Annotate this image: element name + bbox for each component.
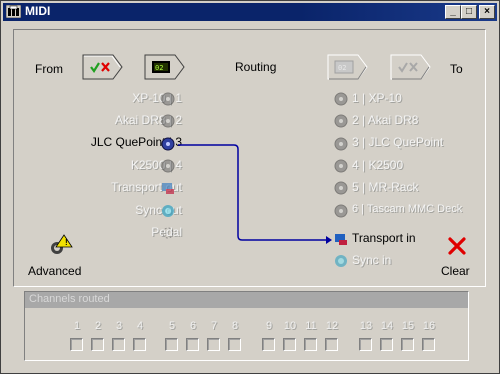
channel-number: 10 — [283, 320, 297, 332]
channels-routed-header: Channels routed — [25, 292, 468, 308]
midi-port-icon — [334, 92, 348, 106]
channel-number: 8 — [231, 320, 239, 332]
from-device-code: 02 — [155, 64, 164, 72]
midi-port-icon — [334, 114, 348, 128]
channel-checkbox[interactable] — [325, 338, 338, 351]
sync-icon — [335, 255, 347, 267]
destination-item-xp10[interactable]: 1 | XP-10 — [352, 91, 402, 105]
clear-label: Clear — [441, 264, 470, 278]
minimize-button[interactable]: _ — [445, 5, 461, 19]
destination-item-sync-in[interactable]: Sync in — [352, 253, 391, 267]
midi-port-icon — [161, 92, 175, 106]
midi-port-icon — [334, 181, 348, 195]
destination-item-akai-dr8[interactable]: 2 | Akai DR8 — [352, 113, 418, 127]
channel-checkbox[interactable] — [165, 338, 178, 351]
clear-x-icon — [448, 237, 466, 255]
channel-number: 9 — [265, 320, 273, 332]
channel-checkbox[interactable] — [133, 338, 146, 351]
channel-checkbox[interactable] — [401, 338, 414, 351]
channel-checkbox[interactable] — [186, 338, 199, 351]
to-arrow-button[interactable] — [390, 54, 432, 80]
advanced-button[interactable]: ! Advanced — [28, 234, 88, 280]
close-button[interactable]: × — [479, 5, 495, 19]
clear-button[interactable]: Clear — [439, 234, 479, 280]
channel-number: 1 — [73, 320, 81, 332]
routing-label: Routing — [235, 60, 277, 74]
midi-window: MIDI _ □ × From 02 Routing 02 To XP-10 |… — [0, 0, 500, 374]
channel-number: 6 — [189, 320, 197, 332]
destination-item-k2500[interactable]: 4 | K2500 — [352, 158, 403, 172]
advanced-label: Advanced — [28, 264, 82, 278]
midi-port-icon — [161, 137, 175, 151]
maximize-button[interactable]: □ — [461, 5, 477, 19]
channel-checkbox[interactable] — [304, 338, 317, 351]
transport-icon — [162, 183, 174, 194]
destination-label: 6 | Tascam MMC Deck — [352, 203, 463, 215]
channel-number: 4 — [136, 320, 144, 332]
midi-port-icon — [161, 159, 175, 173]
channel-checkbox[interactable] — [112, 338, 125, 351]
destination-label: 5 | MR-Rack — [352, 180, 419, 194]
maximize-icon: □ — [465, 6, 473, 17]
midi-app-icon — [6, 5, 21, 18]
channel-number: 7 — [210, 320, 218, 332]
destination-label: Sync in — [352, 253, 392, 267]
destination-label: 4 | K2500 — [352, 158, 404, 172]
destination-label: 1 | XP-10 — [352, 91, 402, 105]
midi-port-icon — [161, 114, 175, 128]
channel-number: 2 — [94, 320, 102, 332]
window-title: MIDI — [25, 4, 51, 18]
channel-checkbox[interactable] — [422, 338, 435, 351]
close-icon: × — [484, 6, 490, 17]
to-label: To — [450, 62, 463, 76]
channel-number: 5 — [168, 320, 176, 332]
minimize-icon: _ — [450, 6, 456, 17]
channel-number: 14 — [380, 320, 394, 332]
channel-number: 13 — [359, 320, 373, 332]
channel-checkbox[interactable] — [91, 338, 104, 351]
channel-checkbox[interactable] — [283, 338, 296, 351]
destination-label: Transport in — [352, 231, 416, 245]
channel-number: 11 — [305, 320, 317, 332]
midi-port-icon — [334, 204, 348, 218]
channel-number: 16 — [422, 320, 436, 332]
routing-panel: From 02 Routing 02 To XP-10 | 1 Akai DR8… — [13, 29, 486, 287]
sync-icon — [162, 205, 174, 217]
channel-checkbox[interactable] — [207, 338, 220, 351]
destination-item-tascam-mmc-deck[interactable]: 6 | Tascam MMC Deck — [352, 203, 462, 215]
advanced-icon: ! — [51, 234, 73, 254]
to-device-button[interactable] — [327, 54, 369, 80]
destination-label: 3 | JLC QuePoint — [352, 135, 444, 149]
channel-checkbox[interactable] — [359, 338, 372, 351]
channel-number: 12 — [325, 320, 339, 332]
destination-item-mr-rack[interactable]: 5 | MR-Rack — [352, 180, 418, 194]
destination-item-jlc-quepoint[interactable]: 3 | JLC QuePoint — [352, 135, 443, 149]
from-arrow-button[interactable] — [82, 54, 124, 80]
channel-checkbox[interactable] — [262, 338, 275, 351]
destination-item-transport-in[interactable]: Transport in — [352, 231, 416, 245]
title-bar[interactable]: MIDI _ □ × — [3, 3, 497, 21]
channel-number: 15 — [401, 320, 415, 332]
transport-icon — [335, 234, 347, 245]
svg-text:!: ! — [65, 238, 68, 247]
midi-port-icon — [334, 137, 348, 151]
channel-checkbox[interactable] — [228, 338, 241, 351]
midi-port-icon — [334, 159, 348, 173]
to-device-code: 02 — [338, 64, 347, 72]
channel-checkbox[interactable] — [70, 338, 83, 351]
from-device-button[interactable] — [144, 54, 186, 80]
pedal-icon — [162, 227, 174, 239]
channel-number: 3 — [115, 320, 123, 332]
channel-checkbox[interactable] — [380, 338, 393, 351]
from-label: From — [35, 62, 63, 76]
channels-routed-group: Channels routed 1 2 3 4 5 6 7 8 9 10 11 12 13 14 15 16 — [24, 291, 469, 361]
destination-label: 2 | Akai DR8 — [352, 113, 419, 127]
